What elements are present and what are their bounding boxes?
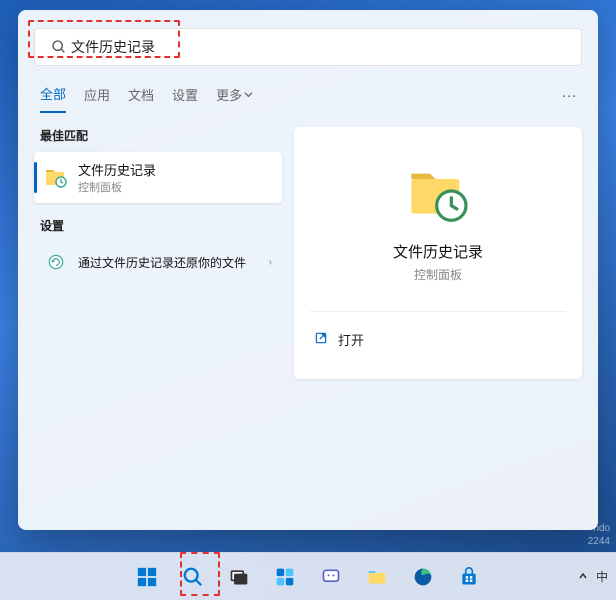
chat-button[interactable] bbox=[311, 557, 351, 597]
open-label: 打开 bbox=[338, 330, 364, 349]
result-subtitle: 控制面板 bbox=[78, 179, 272, 195]
tray-overflow-button[interactable] bbox=[578, 570, 588, 584]
restore-icon bbox=[44, 250, 68, 274]
search-panel: 全部 应用 文档 设置 更多 … 最佳匹配 文件历史记录 控制面板 设置 bbox=[18, 10, 598, 530]
tab-more[interactable]: 更多 bbox=[216, 85, 253, 112]
preview-title: 文件历史记录 bbox=[310, 241, 566, 262]
open-action[interactable]: 打开 bbox=[310, 324, 566, 355]
section-best-match: 最佳匹配 bbox=[34, 127, 282, 144]
folder-clock-large-icon bbox=[406, 163, 470, 227]
widgets-button[interactable] bbox=[265, 557, 305, 597]
store-button[interactable] bbox=[449, 557, 489, 597]
folder-clock-icon bbox=[44, 166, 68, 190]
chevron-right-icon: › bbox=[269, 257, 272, 268]
result-title: 文件历史记录 bbox=[78, 160, 272, 179]
more-options-button[interactable]: … bbox=[561, 84, 578, 102]
ime-indicator[interactable]: 中 bbox=[596, 568, 608, 585]
result-title: 通过文件历史记录还原你的文件 bbox=[78, 254, 259, 271]
result-file-history[interactable]: 文件历史记录 控制面板 bbox=[34, 152, 282, 203]
section-settings: 设置 bbox=[34, 217, 282, 234]
taskbar: 中 bbox=[0, 552, 616, 600]
results-content: 最佳匹配 文件历史记录 控制面板 设置 通过文件历史记录还原你的文件 bbox=[34, 127, 582, 379]
tab-all[interactable]: 全部 bbox=[40, 84, 66, 113]
tab-apps[interactable]: 应用 bbox=[84, 85, 110, 112]
system-tray: 中 bbox=[578, 568, 608, 585]
search-icon bbox=[47, 35, 71, 59]
preview-subtitle: 控制面板 bbox=[310, 266, 566, 283]
preview-actions: 打开 bbox=[310, 311, 566, 355]
tab-settings[interactable]: 设置 bbox=[172, 85, 198, 112]
edge-button[interactable] bbox=[403, 557, 443, 597]
preview-panel: 文件历史记录 控制面板 打开 bbox=[294, 127, 582, 379]
tab-documents[interactable]: 文档 bbox=[128, 85, 154, 112]
chevron-down-icon bbox=[244, 90, 253, 99]
taskbar-search-button[interactable] bbox=[173, 557, 213, 597]
explorer-button[interactable] bbox=[357, 557, 397, 597]
open-icon bbox=[314, 331, 328, 348]
watermark: ndo 2244 bbox=[588, 522, 610, 548]
result-restore-files[interactable]: 通过文件历史记录还原你的文件 › bbox=[34, 242, 282, 282]
start-button[interactable] bbox=[127, 557, 167, 597]
search-box[interactable] bbox=[34, 28, 582, 66]
task-view-button[interactable] bbox=[219, 557, 259, 597]
results-list: 最佳匹配 文件历史记录 控制面板 设置 通过文件历史记录还原你的文件 bbox=[34, 127, 282, 379]
search-input[interactable] bbox=[71, 39, 569, 55]
filter-tabs: 全部 应用 文档 设置 更多 … bbox=[34, 84, 582, 113]
